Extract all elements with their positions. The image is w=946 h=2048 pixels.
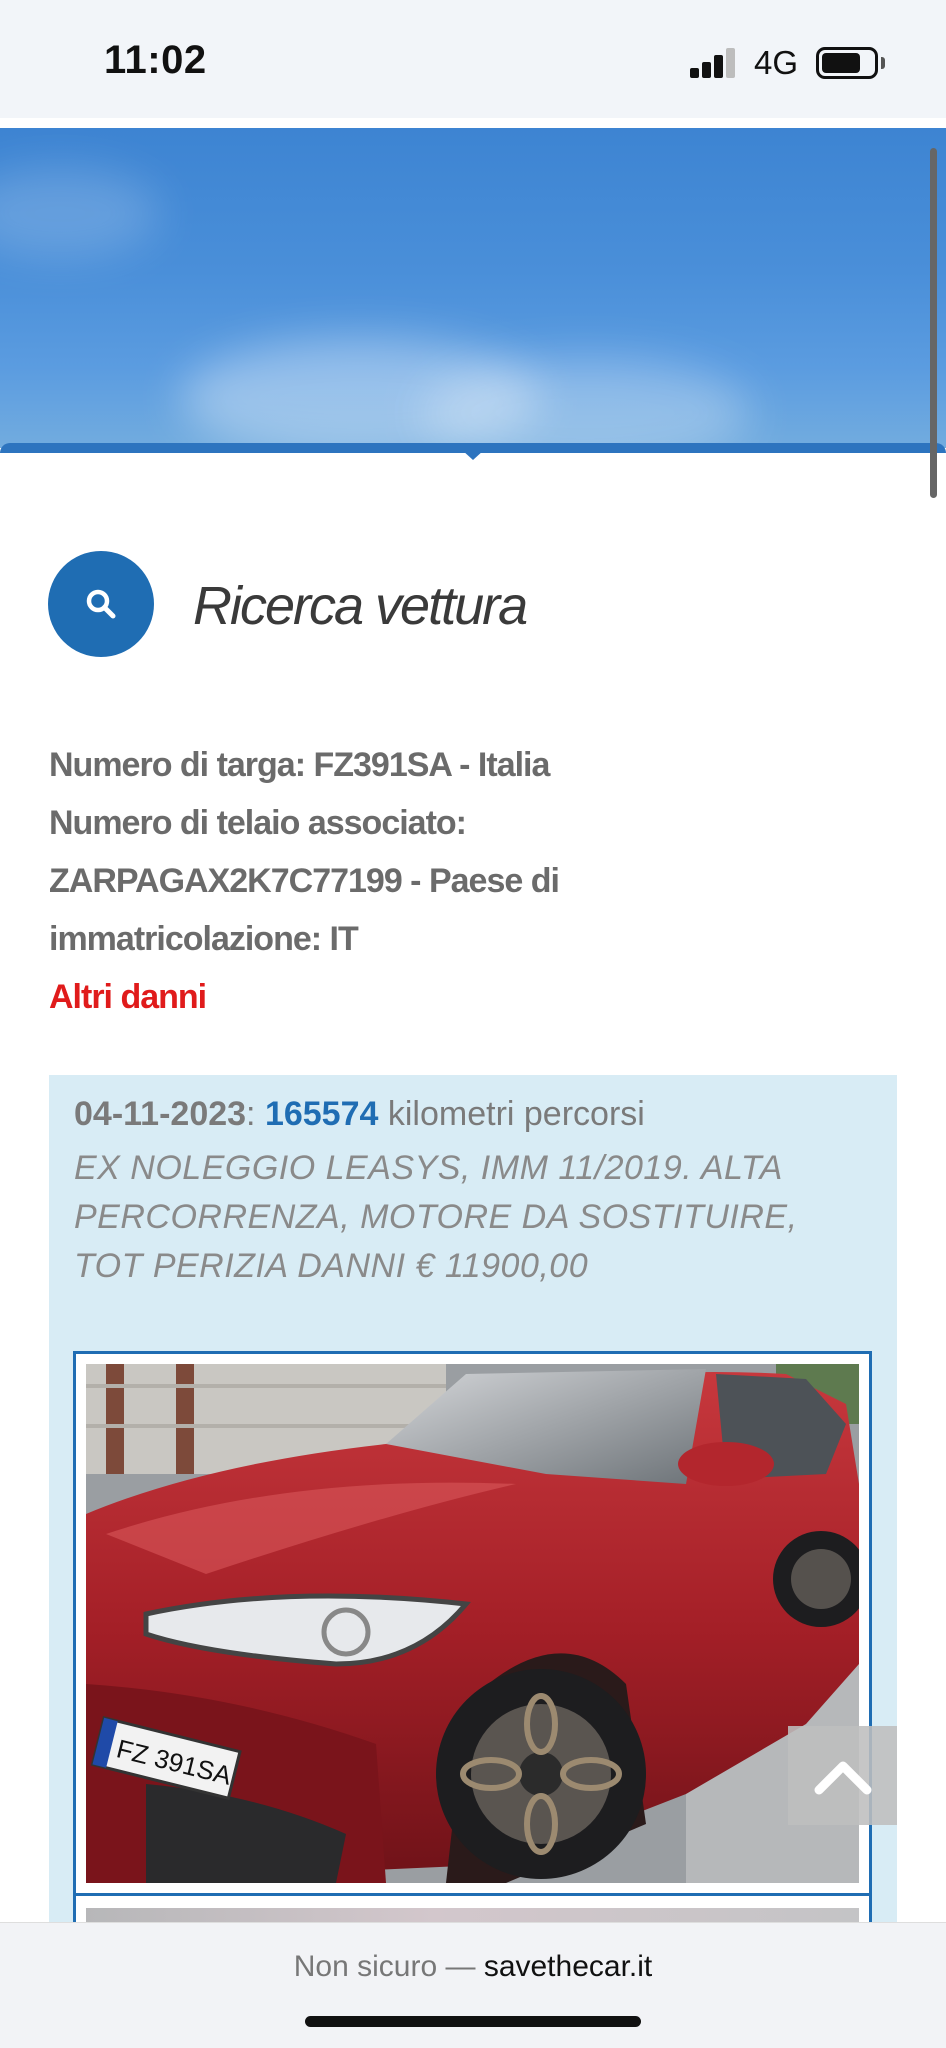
report-date-separator: : [246, 1095, 256, 1133]
signal-icon [690, 48, 738, 78]
chassis-number: ZARPAGAX2K7C77199 - Paese di [49, 862, 560, 900]
network-type: 4G [754, 44, 799, 81]
scroll-to-top-button[interactable] [788, 1726, 897, 1825]
damage-status: Altri danni [49, 978, 207, 1016]
search-button[interactable] [48, 551, 154, 657]
car-photo-image: FZ 391SA [86, 1364, 859, 1883]
search-icon [86, 589, 116, 619]
header-notch [462, 450, 484, 460]
vehicle-info: Numero di targa: FZ391SA - Italia Numero… [49, 736, 689, 1026]
page-title: Ricerca vettura [193, 576, 528, 636]
security-warning: Non sicuro — [293, 1950, 484, 1983]
header-banner [0, 128, 946, 448]
battery-cap [881, 57, 885, 69]
battery-icon [816, 47, 878, 79]
home-indicator[interactable] [305, 2016, 641, 2027]
report-date: 04-11-2023 [74, 1095, 247, 1133]
car-photo-frame[interactable]: FZ 391SA [73, 1351, 872, 1896]
mileage-value: 165574 [264, 1095, 379, 1133]
car-photo[interactable]: FZ 391SA [86, 1364, 859, 1883]
browser-toolbar [0, 1922, 946, 2048]
status-bar: 11:02 4G [0, 0, 946, 118]
chevron-up-icon [814, 1761, 871, 1794]
registration-country: immatricolazione: IT [49, 920, 359, 958]
report-header: 04-11-2023: 165574 kilometri percorsi [74, 1095, 645, 1134]
report-card: 04-11-2023: 165574 kilometri percorsi EX… [49, 1075, 897, 2013]
mileage-label: kilometri percorsi [387, 1095, 645, 1133]
status-time: 11:02 [104, 38, 207, 82]
site-host: savethecar.it [483, 1950, 653, 1983]
scrollbar[interactable] [930, 148, 937, 498]
report-description: EX NOLEGGIO LEASYS, IMM 11/2019. ALTA PE… [74, 1149, 798, 1285]
plate-number: Numero di targa: FZ391SA - Italia [49, 746, 550, 784]
address-bar[interactable]: Non sicuro — savethecar.it [0, 1950, 946, 1984]
chassis-label: Numero di telaio associato: [49, 804, 467, 842]
